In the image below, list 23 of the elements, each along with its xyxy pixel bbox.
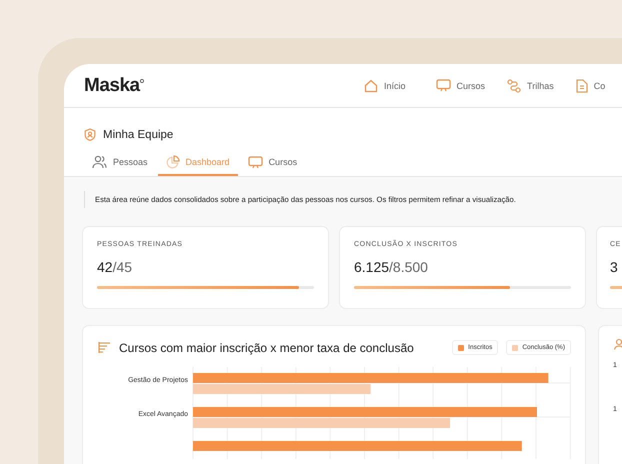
chart-title: Cursos com maior inscrição x menor taxa de conclusão xyxy=(119,340,415,354)
stat-value: 3 xyxy=(610,259,619,275)
monitor-icon xyxy=(248,156,263,168)
pie-chart-icon xyxy=(166,155,180,169)
tab[interactable]: Cursos xyxy=(240,155,306,176)
person-icon xyxy=(613,338,622,350)
team-shield-icon xyxy=(84,128,96,141)
nav-link[interactable]: Trilhas xyxy=(507,78,554,92)
nav-link[interactable]: Cursos xyxy=(436,78,486,92)
logo[interactable]: Maska xyxy=(84,74,140,96)
nav-link[interactable]: Início xyxy=(364,78,406,92)
stat-value: 6.125/8.500 xyxy=(354,259,429,275)
registered-mark-icon xyxy=(140,78,144,82)
people-icon xyxy=(92,155,107,169)
stat-value: 42/45 xyxy=(97,259,134,275)
monitor-icon xyxy=(436,79,451,92)
tab[interactable]: Pessoas xyxy=(84,155,156,176)
section-title: Minha Equipe xyxy=(103,128,174,140)
bar-list-icon xyxy=(98,341,111,354)
route-icon xyxy=(507,78,522,92)
home-icon xyxy=(364,78,378,92)
nav-link[interactable]: Co xyxy=(576,78,606,92)
document-icon xyxy=(576,78,588,92)
